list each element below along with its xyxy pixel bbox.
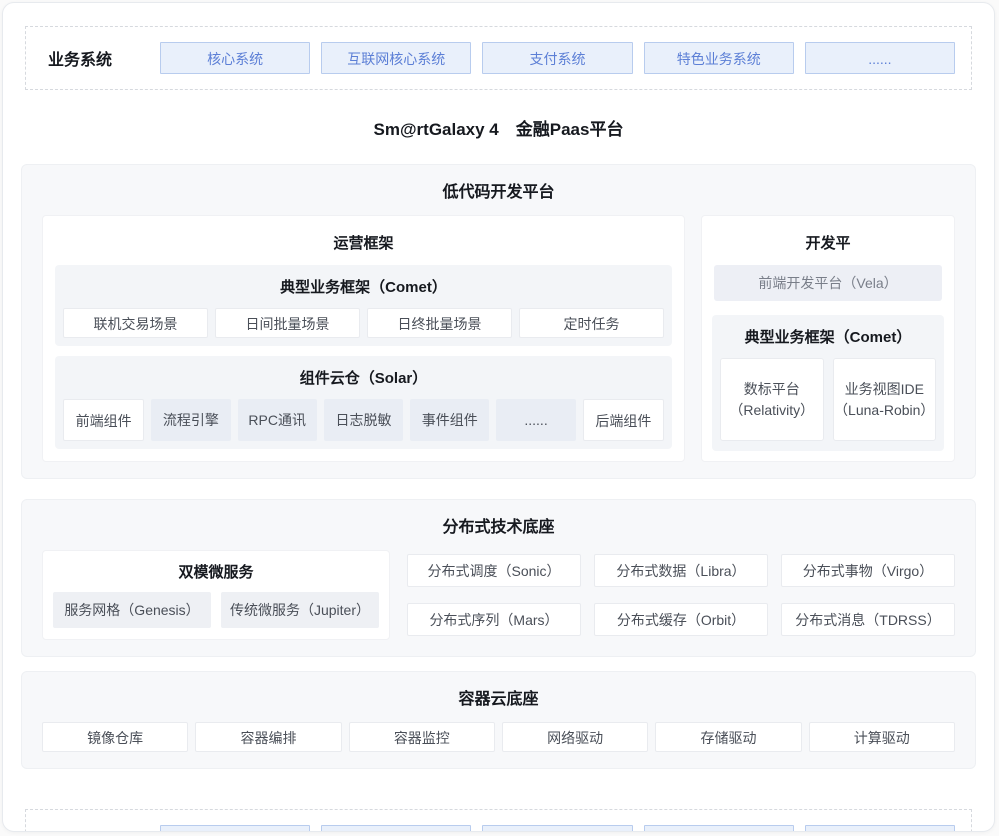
chip-distributed-scheduling-sonic[interactable]: 分布式调度（Sonic） [407, 554, 581, 587]
infrastructure-button-public-cloud[interactable]: 公有云 [644, 825, 794, 832]
chip-log-masking[interactable]: 日志脱敏 [324, 399, 403, 441]
business-system-button-more[interactable]: ...... [805, 42, 955, 74]
chip-daytime-batch[interactable]: 日间批量场景 [215, 308, 360, 338]
distributed-base-row: 双模微服务 服务网格（Genesis） 传统微服务（Jupiter） 分布式调度… [42, 550, 955, 640]
distributed-base-section: 分布式技术底座 双模微服务 服务网格（Genesis） 传统微服务（Jupite… [21, 499, 976, 657]
component-cloud-panel: 组件云仓（Solar） 前端组件 流程引擎 RPC通讯 日志脱敏 事件组件 ..… [55, 356, 672, 449]
relativity-label-line2: （Relativity） [721, 400, 823, 421]
component-cloud-title: 组件云仓（Solar） [63, 356, 664, 399]
container-base-title: 容器云底座 [42, 685, 955, 709]
chip-traditional-microservice-jupiter[interactable]: 传统微服务（Jupiter） [221, 592, 379, 628]
relativity-label-line1: 数标平台 [721, 379, 823, 400]
distributed-services-grid: 分布式调度（Sonic） 分布式数据（Libra） 分布式事物（Virgo） 分… [407, 550, 955, 640]
chip-service-mesh-genesis[interactable]: 服务网格（Genesis） [53, 592, 211, 628]
chip-frontend-component[interactable]: 前端组件 [63, 399, 144, 441]
business-framework-title: 典型业务框架（Comet） [63, 265, 664, 308]
dual-mode-title: 双模微服务 [53, 553, 379, 592]
chip-backend-component[interactable]: 后端组件 [583, 399, 664, 441]
luna-robin-ide-button[interactable]: 业务视图IDE （Luna-Robin） [833, 358, 937, 441]
chip-more-components[interactable]: ...... [496, 399, 575, 441]
chip-distributed-messaging-tdrss[interactable]: 分布式消息（TDRSS） [781, 603, 955, 636]
chip-storage-driver[interactable]: 存储驱动 [655, 722, 801, 752]
container-base-section: 容器云底座 镜像仓库 容器编排 容器监控 网络驱动 存储驱动 计算驱动 [21, 671, 976, 769]
low-code-platform-title: 低代码开发平台 [42, 178, 955, 202]
chip-distributed-cache-orbit[interactable]: 分布式缓存（Orbit） [594, 603, 768, 636]
dual-mode-items: 服务网格（Genesis） 传统微服务（Jupiter） [53, 592, 379, 628]
infrastructure-button-domestic-hardware[interactable]: 国产化硬件 [805, 825, 955, 832]
infrastructure-button-private-cloud[interactable]: 私有云 [482, 825, 632, 832]
luna-robin-label-line2: （Luna-Robin） [834, 400, 936, 421]
dev-business-framework-items: 数标平台 （Relativity） 业务视图IDE （Luna-Robin） [720, 358, 936, 443]
chip-eod-batch[interactable]: 日终批量场景 [367, 308, 512, 338]
business-systems-bar: 业务系统 核心系统 互联网核心系统 支付系统 特色业务系统 ...... [25, 26, 972, 90]
business-framework-items: 联机交易场景 日间批量场景 日终批量场景 定时任务 [63, 308, 664, 338]
infrastructure-bar: 基础设施 物理机 虚拟机 私有云 公有云 国产化硬件 [25, 809, 972, 832]
chip-container-monitoring[interactable]: 容器监控 [349, 722, 495, 752]
chip-image-registry[interactable]: 镜像仓库 [42, 722, 188, 752]
low-code-platform-section: 低代码开发平台 运营框架 典型业务框架（Comet） 联机交易场景 日间批量场景… [21, 164, 976, 479]
relativity-platform-button[interactable]: 数标平台 （Relativity） [720, 358, 824, 441]
low-code-cards-row: 运营框架 典型业务框架（Comet） 联机交易场景 日间批量场景 日终批量场景 … [42, 215, 955, 462]
chip-scheduled-task[interactable]: 定时任务 [519, 308, 664, 338]
business-systems-items: 核心系统 互联网核心系统 支付系统 特色业务系统 ...... [160, 42, 955, 74]
chip-online-trading[interactable]: 联机交易场景 [63, 308, 208, 338]
page-title: Sm@rtGalaxy 4 金融Paas平台 [3, 115, 994, 140]
chip-distributed-data-libra[interactable]: 分布式数据（Libra） [594, 554, 768, 587]
business-framework-panel: 典型业务框架（Comet） 联机交易场景 日间批量场景 日终批量场景 定时任务 [55, 265, 672, 346]
chip-rpc-comm[interactable]: RPC通讯 [238, 399, 317, 441]
component-cloud-items: 前端组件 流程引擎 RPC通讯 日志脱敏 事件组件 ...... 后端组件 [63, 399, 664, 441]
infrastructure-button-virtual-machine[interactable]: 虚拟机 [321, 825, 471, 832]
chip-network-driver[interactable]: 网络驱动 [502, 722, 648, 752]
business-systems-label: 业务系统 [42, 46, 140, 70]
business-system-button-special[interactable]: 特色业务系统 [644, 42, 794, 74]
distributed-base-title: 分布式技术底座 [42, 513, 955, 537]
dev-business-framework-title: 典型业务框架（Comet） [720, 315, 936, 358]
chip-container-orchestration[interactable]: 容器编排 [195, 722, 341, 752]
business-system-button-core[interactable]: 核心系统 [160, 42, 310, 74]
dev-business-framework-panel: 典型业务框架（Comet） 数标平台 （Relativity） 业务视图IDE … [712, 315, 944, 451]
infrastructure-label: 基础设施 [42, 829, 140, 832]
infrastructure-items: 物理机 虚拟机 私有云 公有云 国产化硬件 [160, 825, 955, 832]
operation-framework-title: 运营框架 [55, 222, 672, 265]
chip-compute-driver[interactable]: 计算驱动 [809, 722, 955, 752]
page: 业务系统 核心系统 互联网核心系统 支付系统 特色业务系统 ...... Sm@… [2, 2, 995, 832]
luna-robin-label-line1: 业务视图IDE [834, 379, 936, 400]
chip-distributed-transaction-virgo[interactable]: 分布式事物（Virgo） [781, 554, 955, 587]
dev-platform-card: 开发平 前端开发平台（Vela） 典型业务框架（Comet） 数标平台 （Rel… [701, 215, 955, 462]
dual-mode-microservice-card: 双模微服务 服务网格（Genesis） 传统微服务（Jupiter） [42, 550, 390, 640]
dev-platform-title: 开发平 [712, 222, 944, 265]
container-base-items: 镜像仓库 容器编排 容器监控 网络驱动 存储驱动 计算驱动 [42, 722, 955, 752]
chip-distributed-sequence-mars[interactable]: 分布式序列（Mars） [407, 603, 581, 636]
business-system-button-payment[interactable]: 支付系统 [482, 42, 632, 74]
chip-process-engine[interactable]: 流程引擎 [151, 399, 230, 441]
vela-frontend-platform-button[interactable]: 前端开发平台（Vela） [714, 265, 942, 301]
operation-framework-card: 运营框架 典型业务框架（Comet） 联机交易场景 日间批量场景 日终批量场景 … [42, 215, 685, 462]
infrastructure-button-physical-machine[interactable]: 物理机 [160, 825, 310, 832]
business-system-button-internet-core[interactable]: 互联网核心系统 [321, 42, 471, 74]
chip-event-component[interactable]: 事件组件 [410, 399, 489, 441]
